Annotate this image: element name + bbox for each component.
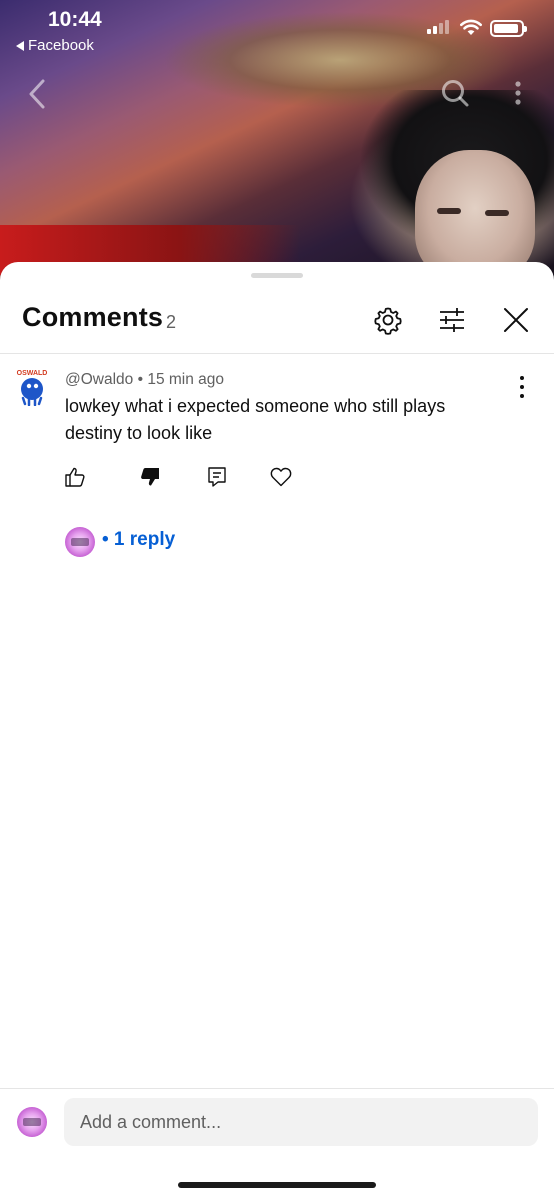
comments-sheet: Comments 2 OSWALD @Owaldo • 15 min ago l… [0,262,554,1200]
battery-icon [490,20,527,37]
thumbs-up-icon [65,467,85,487]
comment-text: lowkey what i expected someone who still… [65,396,446,443]
chevron-left-icon[interactable] [26,78,48,110]
reply-button[interactable] [205,465,229,489]
back-app-label: Facebook [28,37,94,54]
video-frame-face [415,150,535,280]
wifi-icon [460,19,482,35]
settings-button[interactable] [372,304,404,336]
view-replies-link[interactable]: • 1 reply [102,529,175,551]
filter-button[interactable] [436,304,468,336]
comment-reply-icon [208,467,226,487]
comments-count: 2 [166,312,177,332]
add-comment-input[interactable] [64,1098,538,1146]
composer-divider [0,1088,554,1089]
gear-icon [374,307,402,335]
avatar[interactable]: OSWALD [16,366,48,406]
heart-button[interactable] [269,465,293,489]
cellular-signal-icon [427,20,449,34]
close-icon [504,308,528,332]
home-indicator[interactable] [178,1182,376,1188]
reply-author-avatar [65,527,95,557]
svg-text:OSWALD: OSWALD [17,370,48,377]
heart-icon [270,467,292,487]
drag-handle[interactable] [251,273,303,278]
dislike-button[interactable] [138,465,162,489]
thumbs-down-filled-icon [141,468,159,486]
close-button[interactable] [500,304,532,336]
more-vertical-icon[interactable] [512,80,524,106]
comments-title: Comments [22,302,164,332]
sliders-icon [440,308,464,332]
header-divider [0,353,554,354]
back-to-app-link[interactable]: Facebook [16,37,94,54]
like-button[interactable] [63,465,87,489]
user-avatar [17,1107,47,1137]
search-icon[interactable] [440,78,470,108]
back-triangle-icon [16,40,24,51]
status-time: 10:44 [48,8,102,31]
comment-more-button[interactable] [512,376,532,398]
comment-meta[interactable]: @Owaldo • 15 min ago [65,371,224,389]
